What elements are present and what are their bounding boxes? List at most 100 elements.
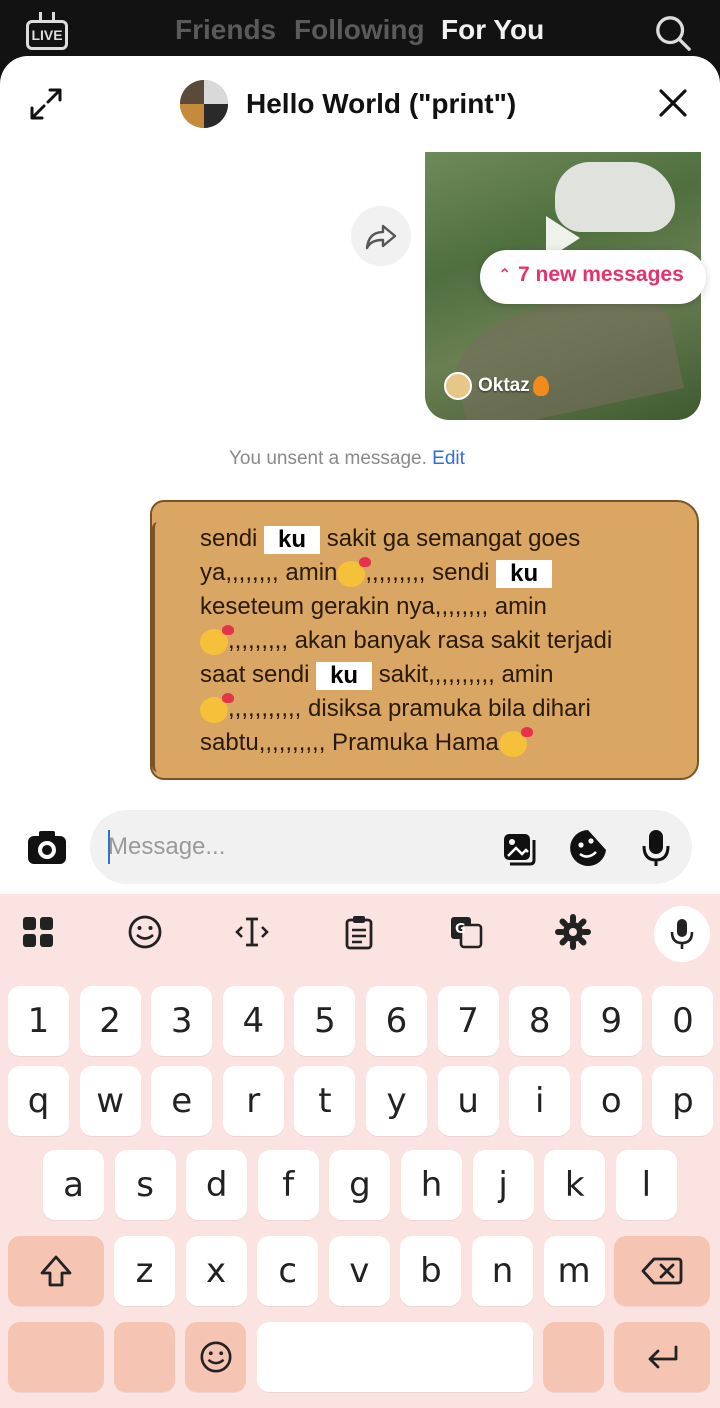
message-line: saat sendi ku sakit,,,,,,,,,, amin [200, 658, 690, 692]
message-line: ya,,,,,,,, amin ,,,,,,,,, sendi ku [200, 556, 690, 590]
gear-icon[interactable] [555, 914, 591, 950]
key-q[interactable]: q [8, 1066, 69, 1136]
smiling-hearts-emoji-icon [337, 556, 372, 587]
key-8[interactable]: 8 [509, 986, 571, 1056]
author-avatar [444, 372, 472, 400]
gallery-icon[interactable] [500, 828, 540, 868]
share-arrow-icon [365, 224, 397, 250]
censored-word-box: ku [264, 525, 321, 554]
enter-key[interactable] [614, 1322, 710, 1392]
key-t[interactable]: t [294, 1066, 356, 1136]
voice-input-button[interactable] [654, 906, 710, 962]
translate-icon[interactable]: G [448, 914, 484, 950]
key-a[interactable]: a [43, 1150, 104, 1220]
message-text-segment: ya,,,,,,,, amin [200, 559, 338, 586]
message-compose-bar [90, 810, 692, 884]
expand-icon[interactable] [28, 86, 64, 122]
tab-following[interactable]: Following [294, 14, 425, 46]
svg-text:G: G [455, 922, 466, 937]
key-m[interactable]: m [543, 1236, 605, 1306]
unsent-text: You unsent a message. [229, 448, 427, 469]
key-k[interactable]: k [544, 1150, 606, 1220]
key-9[interactable]: 9 [580, 986, 642, 1056]
key-y[interactable]: y [366, 1066, 427, 1136]
key-2[interactable]: 2 [79, 986, 141, 1056]
key-g[interactable]: g [329, 1150, 391, 1220]
key-l[interactable]: l [615, 1150, 677, 1220]
message-text-segment: saat sendi [200, 661, 317, 688]
period-key[interactable] [543, 1322, 604, 1392]
key-b[interactable]: b [400, 1236, 462, 1306]
message-line: ,,,,,,,,,,, disiksa pramuka bila dihari [200, 692, 690, 726]
chat-title: Hello World ("print") [246, 88, 517, 119]
search-icon[interactable] [654, 14, 692, 52]
message-text-segment: sendi [200, 525, 265, 552]
share-button[interactable] [351, 206, 411, 266]
key-0[interactable]: 0 [652, 986, 714, 1056]
shift-key[interactable] [8, 1236, 104, 1306]
smiling-hearts-emoji-icon [200, 692, 234, 723]
message-line: ,,,,,,,,, akan banyak rasa sakit terjadi [200, 624, 690, 658]
live-icon[interactable]: LIVE [26, 12, 70, 52]
comma-key[interactable] [114, 1322, 175, 1392]
message-text-segment: keseteum gerakin nya,,,,,,,, amin [200, 593, 547, 620]
new-messages-pill[interactable]: ⌃ 7 new messages [480, 250, 706, 304]
clipboard-icon[interactable] [341, 914, 377, 950]
key-f[interactable]: f [257, 1150, 319, 1220]
key-1[interactable]: 1 [8, 986, 69, 1056]
key-h[interactable]: h [401, 1150, 462, 1220]
key-x[interactable]: x [185, 1236, 247, 1306]
key-u[interactable]: u [437, 1066, 499, 1136]
key-7[interactable]: 7 [437, 986, 499, 1056]
tab-for-you[interactable]: For You [441, 14, 544, 46]
apps-grid-icon[interactable] [20, 914, 56, 950]
emoji-key[interactable] [185, 1322, 246, 1392]
key-4[interactable]: 4 [222, 986, 284, 1056]
key-j[interactable]: j [472, 1150, 534, 1220]
keyboard: G 1234567890 qwertyuiop asdfghjkl zxcvbnm [0, 894, 720, 1408]
edit-link[interactable]: Edit [432, 448, 465, 469]
backspace-icon [641, 1257, 683, 1285]
space-key[interactable] [257, 1322, 533, 1392]
backspace-key[interactable] [614, 1236, 710, 1306]
key-w[interactable]: w [79, 1066, 141, 1136]
key-5[interactable]: 5 [294, 986, 356, 1056]
key-6[interactable]: 6 [366, 986, 427, 1056]
microphone-icon[interactable] [636, 828, 676, 868]
group-avatar[interactable] [180, 80, 228, 128]
key-v[interactable]: v [328, 1236, 390, 1306]
key-p[interactable]: p [652, 1066, 714, 1136]
keyboard-microphone-icon [670, 919, 694, 949]
message-text-segment: sabtu,,,,,,,,,, Pramuka Hama [200, 729, 499, 756]
key-s[interactable]: s [114, 1150, 176, 1220]
key-r[interactable]: r [222, 1066, 284, 1136]
message-text-segment: sakit,,,,,,,,,, amin [372, 661, 554, 688]
message-input[interactable] [108, 826, 488, 868]
text-cursor [108, 830, 110, 864]
key-o[interactable]: o [580, 1066, 642, 1136]
message-line: sabtu,,,,,,,,,, Pramuka Hama [200, 726, 690, 760]
key-z[interactable]: z [114, 1236, 175, 1306]
censored-word-box: ku [316, 661, 373, 690]
text-cursor-icon[interactable] [234, 914, 270, 950]
key-d[interactable]: d [186, 1150, 248, 1220]
new-messages-label: 7 new messages [518, 263, 684, 286]
return-icon [648, 1345, 678, 1369]
key-n[interactable]: n [472, 1236, 533, 1306]
top-nav: LIVE Friends Following For You [0, 0, 720, 60]
camera-icon[interactable] [26, 828, 68, 868]
symbols-key[interactable] [8, 1322, 104, 1392]
key-3[interactable]: 3 [151, 986, 213, 1056]
key-i[interactable]: i [509, 1066, 571, 1136]
close-icon[interactable] [656, 86, 690, 120]
sticker-icon[interactable] [568, 828, 608, 868]
censored-word-box: ku [496, 559, 553, 588]
tab-friends[interactable]: Friends [175, 14, 276, 46]
key-c[interactable]: c [257, 1236, 319, 1306]
emoji-icon[interactable] [127, 914, 163, 950]
shift-icon [40, 1255, 72, 1287]
emoji-key-icon [200, 1341, 231, 1373]
live-label: LIVE [26, 20, 68, 50]
key-e[interactable]: e [151, 1066, 213, 1136]
video-author: Oktaz [444, 372, 549, 400]
